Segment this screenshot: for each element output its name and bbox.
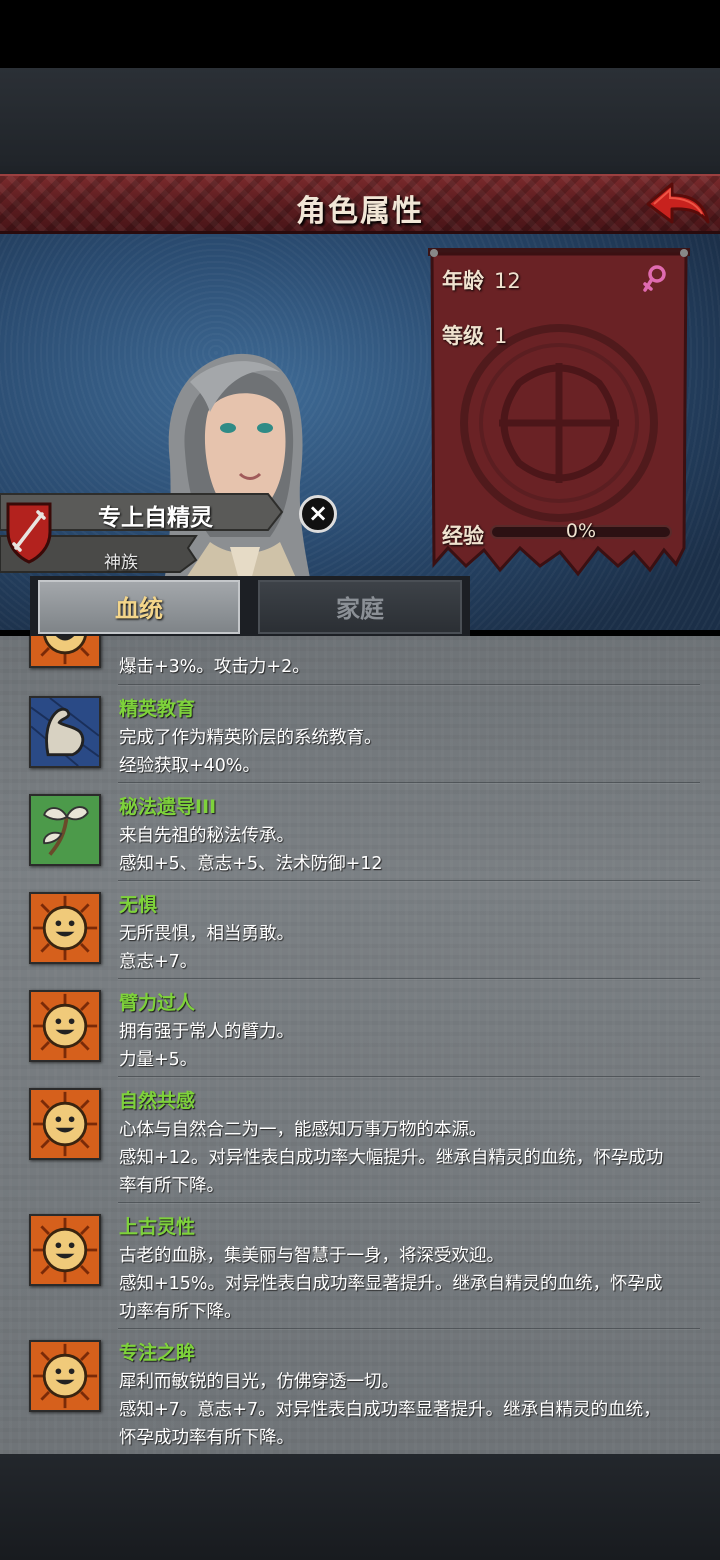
status-bar-area: [0, 0, 720, 68]
stats-banner: 年龄 12 等级 1 经验 0%: [428, 248, 690, 578]
character-name: 专上自精灵: [98, 505, 213, 531]
sun-face-icon: [29, 892, 101, 964]
age-stat: 年龄 12: [442, 269, 521, 293]
trait-list[interactable]: 爆击+3%。攻击力+2。 精英教育 完成了作为精英阶层的系统教育。 经验获取+4…: [0, 636, 720, 1454]
screen: 角色属性 年龄 12 等级 1 经验 0% 专上自精灵 神族 × 血统 家庭 爆…: [0, 0, 720, 1560]
sun-face-icon: [29, 1088, 101, 1160]
female-gender-icon: [643, 265, 666, 292]
title-banner: 角色属性: [0, 174, 720, 234]
top-backdrop: [0, 68, 720, 176]
tab-bar: 血统 家庭: [30, 576, 470, 636]
exp-percent: 0%: [565, 520, 597, 542]
character-race: 神族: [104, 553, 138, 573]
sun-face-icon: [29, 1340, 101, 1412]
sun-face-icon: [29, 636, 101, 668]
level-stat: 等级 1: [442, 324, 508, 348]
back-arrow-icon[interactable]: [642, 178, 712, 232]
tab-bloodline[interactable]: 血统: [38, 580, 240, 634]
close-icon[interactable]: ×: [299, 495, 337, 533]
sprout-icon: [29, 794, 101, 866]
exp-label: 经验: [442, 524, 484, 548]
page-title: 角色属性: [296, 194, 424, 229]
bottom-backdrop: [0, 1454, 720, 1560]
tab-family[interactable]: 家庭: [258, 580, 462, 634]
flexed-arm-icon: [29, 696, 101, 768]
sun-face-icon: [29, 990, 101, 1062]
sun-face-icon: [29, 1214, 101, 1286]
